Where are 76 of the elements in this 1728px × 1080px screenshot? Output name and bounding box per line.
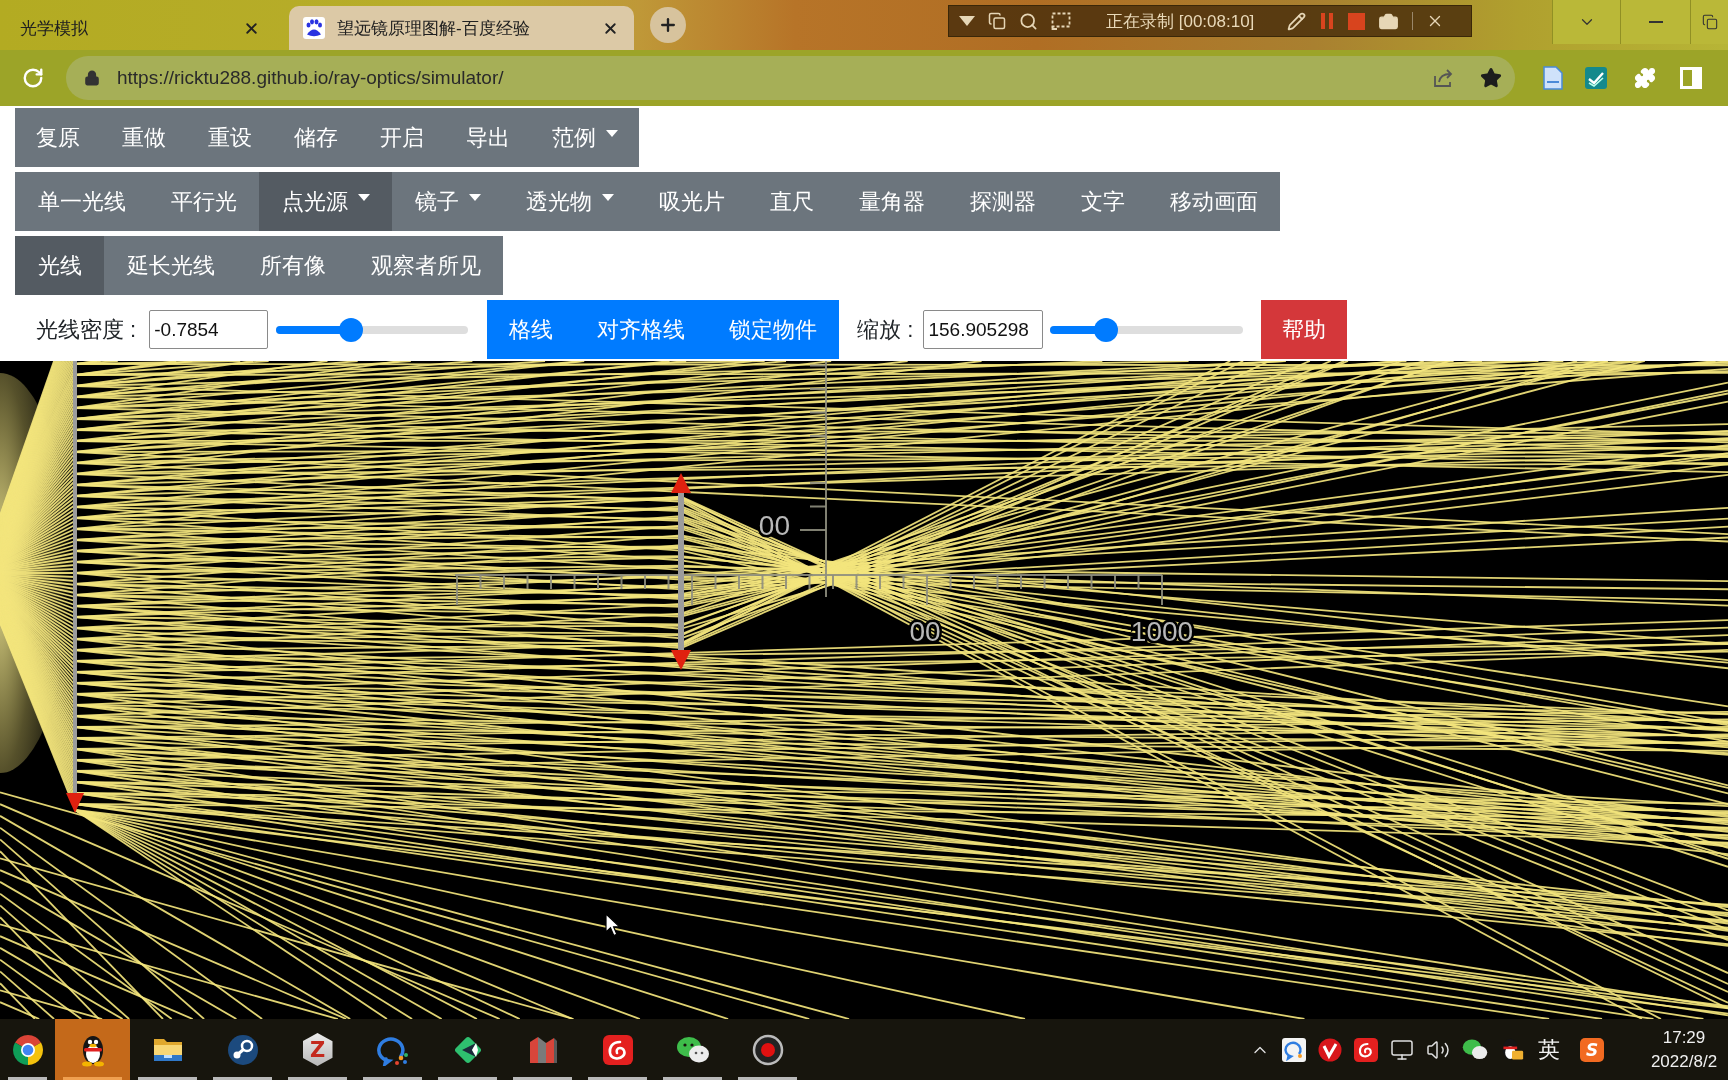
document-icon[interactable]	[1543, 66, 1563, 90]
chat-bubbles-icon	[675, 1034, 710, 1065]
swirl-tile-icon	[601, 1033, 634, 1066]
menu-button[interactable]: 储存	[273, 108, 359, 167]
piston-disc-icon	[226, 1033, 259, 1066]
tool-button[interactable]: 探测器	[947, 172, 1058, 231]
menu-button[interactable]: 重设	[187, 108, 273, 167]
tool-button[interactable]: 量角器	[836, 172, 947, 231]
tool-button[interactable]: 直尺	[747, 172, 836, 231]
tool-button[interactable]: 移动画面	[1147, 172, 1280, 231]
input-method-logo[interactable]: S	[1580, 1037, 1604, 1062]
segmented-circle-icon	[11, 1033, 44, 1066]
check-badge-icon[interactable]	[1318, 1037, 1342, 1062]
taskbar-app-button[interactable]	[55, 1019, 130, 1080]
record-icon	[751, 1033, 784, 1066]
clock-date[interactable]: 2022/8/2	[1650, 1051, 1718, 1072]
caret-icon[interactable]	[959, 16, 975, 26]
tool-button[interactable]: 透光物	[503, 172, 636, 231]
restore-icon	[1701, 14, 1718, 30]
tool-button[interactable]: 吸光片	[636, 172, 747, 231]
toggle-button[interactable]: 锁定物件	[707, 300, 840, 359]
chat-bubble-icon[interactable]	[1282, 1037, 1306, 1062]
bookmark-star-icon[interactable]	[1480, 67, 1502, 89]
reload-icon[interactable]	[22, 67, 44, 89]
menu-button[interactable]: 重做	[101, 108, 187, 167]
clock-time[interactable]: 17:29	[1662, 1027, 1706, 1048]
monitor-icon[interactable]	[1390, 1037, 1414, 1062]
puzzle-icon[interactable]	[1634, 67, 1656, 89]
new-tab-button[interactable]	[650, 7, 686, 43]
toggle-button[interactable]: 格线	[487, 300, 576, 359]
restore-button[interactable]	[1690, 0, 1728, 44]
view-mode-button[interactable]: 光线	[15, 236, 104, 295]
ruler-label: 00	[758, 510, 790, 541]
paw-icon	[303, 17, 325, 39]
menu-button[interactable]: 开启	[359, 108, 445, 167]
browser-tab[interactable]: 望远镜原理图解-百度经验	[289, 6, 634, 50]
share-icon[interactable]	[1432, 67, 1454, 89]
ray-density-label: 光线密度 :	[36, 315, 137, 344]
zoom-input[interactable]: 156.905298	[923, 310, 1044, 349]
view-mode-button[interactable]: 所有像	[237, 236, 348, 295]
menu-button[interactable]: 复原	[15, 108, 101, 167]
stacked-check-icon[interactable]	[1585, 67, 1607, 89]
chat-bubbles-icon[interactable]	[1462, 1038, 1488, 1061]
tool-button[interactable]: 镜子	[392, 172, 503, 231]
overlapping-squares-icon[interactable]	[988, 12, 1006, 30]
tool-button[interactable]: 单一光线	[15, 172, 148, 231]
help-button[interactable]: 帮助	[1261, 300, 1348, 359]
minimize-icon	[1648, 21, 1663, 23]
menu-button[interactable]: 范例	[531, 108, 639, 167]
swirl-tile-icon[interactable]	[1354, 1037, 1378, 1062]
view-mode-button[interactable]: 延长光线	[104, 236, 237, 295]
slider-thumb[interactable]	[1094, 317, 1119, 342]
input-method-indicator[interactable]: 英	[1538, 1034, 1560, 1065]
search-icon[interactable]	[1019, 11, 1038, 31]
mouse-cursor-icon	[605, 913, 621, 937]
ray-density-input[interactable]: -0.7854	[149, 310, 269, 349]
tool-button[interactable]: 点光源	[259, 172, 392, 231]
pencil-icon[interactable]	[1287, 11, 1307, 31]
lock-icon	[84, 70, 100, 86]
browser-tab[interactable]: 光学模拟	[0, 6, 275, 50]
recording-status: 正在录制 [00:08:10]	[1106, 10, 1255, 33]
zoom-label: 缩放 :	[857, 315, 914, 344]
dashed-frame-icon[interactable]	[1051, 12, 1071, 30]
view-mode-button[interactable]: 观察者所见	[348, 236, 503, 295]
menu-button[interactable]: 导出	[445, 108, 531, 167]
tool-button[interactable]: 平行光	[148, 172, 259, 231]
ray-density-slider[interactable]	[276, 317, 469, 342]
side-panel-icon[interactable]	[1680, 67, 1702, 89]
plus-icon	[658, 15, 678, 35]
hexagon-logo: Z	[302, 1033, 333, 1066]
tool-button[interactable]: 文字	[1058, 172, 1147, 231]
zoom-slider[interactable]	[1050, 317, 1244, 342]
slider-thumb[interactable]	[339, 317, 364, 342]
address-bar[interactable]: https://ricktu288.github.io/ray-optics/simulator/	[66, 56, 1515, 100]
taskbar-app-button[interactable]: Z	[280, 1019, 355, 1080]
toggle-button[interactable]: 对齐格线	[575, 300, 708, 359]
